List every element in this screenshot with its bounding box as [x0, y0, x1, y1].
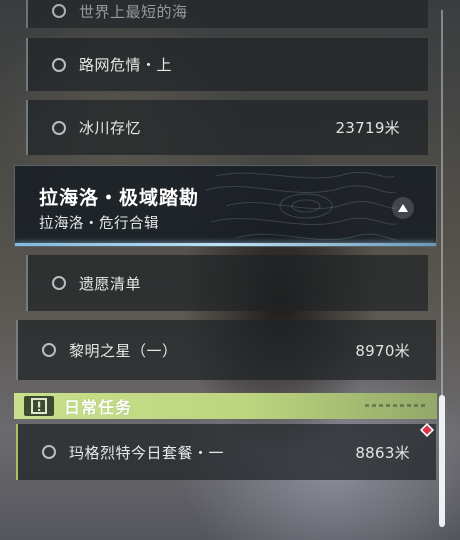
chapter-title: 拉海洛・极域踏勘	[39, 187, 200, 209]
triangle-up-icon	[398, 204, 408, 212]
header-glow-line	[15, 243, 436, 246]
quest-distance: 8970米	[355, 341, 410, 360]
quest-label: 冰川存忆	[79, 119, 142, 137]
quest-row[interactable]: 遗愿清单	[26, 255, 428, 311]
red-diamond-icon	[420, 423, 434, 437]
daily-quest-row[interactable]: 玛格烈特今日套餐・一 8863米	[16, 424, 436, 480]
status-circle-icon	[42, 343, 56, 357]
scrollbar-thumb[interactable]	[439, 395, 445, 527]
quest-label: 玛格烈特今日套餐・一	[69, 443, 225, 462]
quest-distance: 23719米	[335, 119, 400, 137]
chapter-header[interactable]: 拉海洛・极域踏勘 拉海洛・危行合辑	[14, 165, 437, 247]
exclamation-box-icon	[24, 396, 54, 416]
status-circle-icon	[42, 445, 56, 459]
quest-distance: 8863米	[355, 443, 410, 462]
status-circle-icon	[52, 120, 66, 135]
status-circle-icon	[52, 57, 66, 72]
topo-contour-decoration	[205, 171, 396, 241]
quest-row[interactable]: 路网危情・上	[26, 38, 428, 91]
collapse-button[interactable]	[392, 197, 414, 219]
quest-label: 世界上最短的海	[79, 2, 188, 21]
quest-row[interactable]: 黎明之星（一） 8970米	[16, 320, 436, 380]
status-circle-icon	[52, 4, 66, 18]
daily-section-header[interactable]: 日常任务	[14, 393, 437, 419]
header-stripes-decoration	[365, 404, 427, 407]
quest-label: 黎明之星（一）	[69, 341, 178, 360]
quest-row-partial[interactable]: 世界上最短的海	[26, 0, 428, 28]
chapter-subtitle: 拉海洛・危行合辑	[39, 216, 159, 232]
quest-label: 路网危情・上	[79, 56, 173, 74]
status-circle-icon	[52, 276, 66, 290]
daily-header-label: 日常任务	[64, 398, 133, 417]
quest-label: 遗愿清单	[79, 274, 142, 293]
quest-row[interactable]: 冰川存忆 23719米	[26, 100, 428, 155]
